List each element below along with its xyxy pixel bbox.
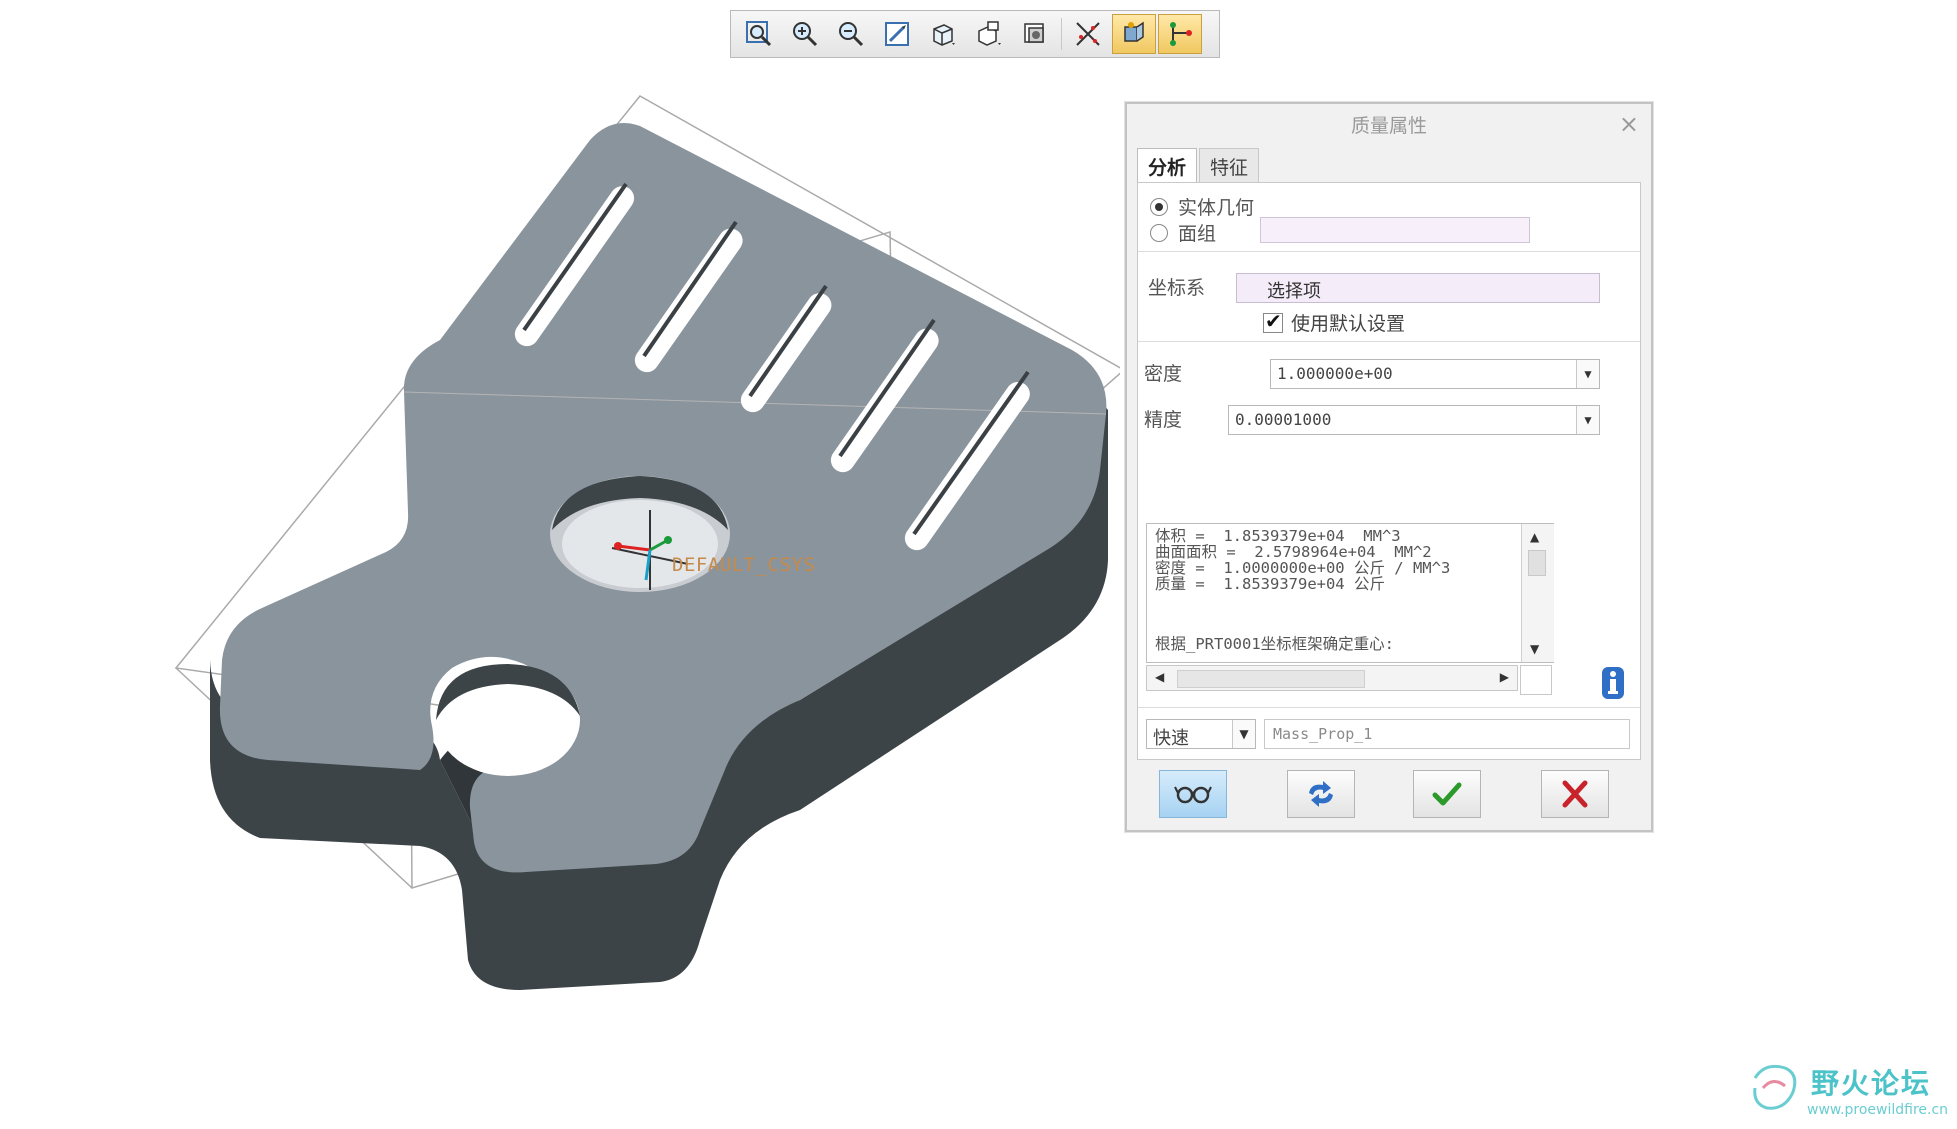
section-divider bbox=[1138, 341, 1640, 342]
analysis-name-input[interactable]: Mass_Prop_1 bbox=[1264, 719, 1630, 749]
dialog-tabs: 分析 特征 bbox=[1137, 148, 1261, 184]
datum-display-icon bbox=[1076, 22, 1100, 46]
analysis-mode-combo[interactable]: 快速 ▼ bbox=[1146, 719, 1256, 749]
preview-button[interactable] bbox=[1159, 770, 1227, 818]
results-area[interactable]: 体积 = 1.8539379e+04 MM^3 曲面面积 = 2.5798964… bbox=[1146, 523, 1554, 663]
cancel-button[interactable] bbox=[1541, 770, 1609, 818]
glasses-icon bbox=[1174, 786, 1212, 804]
quilt-radio[interactable] bbox=[1150, 223, 1168, 242]
use-default-label: 使用默认设置 bbox=[1291, 313, 1406, 335]
display-style-button[interactable] bbox=[921, 14, 965, 54]
solid-geometry-label: 实体几何 bbox=[1178, 197, 1255, 219]
chevron-down-icon[interactable]: ▼ bbox=[1576, 406, 1599, 434]
model-viewport[interactable]: DEFAULT_CSYS bbox=[0, 60, 1126, 1060]
chevron-down-icon[interactable]: ▼ bbox=[1576, 360, 1599, 388]
zoom-out-icon bbox=[839, 22, 864, 47]
feature-name-row: 快速 ▼ Mass_Prop_1 bbox=[1146, 719, 1634, 751]
layers-button[interactable] bbox=[1013, 14, 1057, 54]
scroll-up-icon[interactable]: ▲ bbox=[1530, 530, 1539, 544]
spin-center-icon bbox=[1124, 21, 1144, 42]
quilt-collector[interactable] bbox=[1260, 217, 1530, 243]
repeat-button[interactable] bbox=[1287, 770, 1355, 818]
display-style-icon bbox=[933, 24, 955, 46]
ok-button[interactable] bbox=[1413, 770, 1481, 818]
forum-watermark: 野火论坛 www.proewildfire.cn bbox=[1745, 1058, 1950, 1124]
saved-views-icon bbox=[978, 21, 1001, 46]
tab-feature[interactable]: 特征 bbox=[1199, 148, 1260, 184]
results-vertical-scrollbar[interactable]: ▲ ▼ bbox=[1521, 524, 1554, 662]
watermark-text: 野火论坛 bbox=[1811, 1067, 1932, 1100]
repaint-button[interactable] bbox=[875, 14, 919, 54]
dialog-title-text: 质量属性 bbox=[1350, 114, 1427, 137]
section-divider bbox=[1138, 251, 1640, 252]
scroll-corner bbox=[1520, 665, 1552, 695]
use-default-checkbox[interactable] bbox=[1263, 309, 1283, 333]
dialog-actions bbox=[1137, 766, 1641, 824]
analysis-panel: 实体几何 面组 坐标系 选择项 使用默认设置 密度 1.000000e+00 ▼… bbox=[1137, 182, 1641, 760]
scroll-thumb[interactable] bbox=[1528, 550, 1546, 576]
section-divider bbox=[1138, 707, 1640, 708]
close-icon[interactable]: × bbox=[1619, 110, 1639, 138]
repaint-icon bbox=[885, 22, 909, 46]
results-note: 根据_PRT0001坐标框架确定重心: bbox=[1155, 635, 1394, 653]
scroll-left-icon[interactable]: ◀ bbox=[1155, 670, 1164, 684]
csys-label: DEFAULT_CSYS bbox=[672, 554, 816, 576]
watermark-url: www.proewildfire.cn bbox=[1807, 1102, 1949, 1118]
density-combo[interactable]: 1.000000e+00 ▼ bbox=[1270, 359, 1600, 389]
results-horizontal-scrollbar[interactable]: ◀ ▶ bbox=[1146, 665, 1518, 691]
annotation-display-icon bbox=[1170, 22, 1192, 46]
info-icon[interactable] bbox=[1600, 665, 1626, 701]
tab-analysis[interactable]: 分析 bbox=[1137, 148, 1198, 184]
accuracy-value: 0.00001000 bbox=[1235, 410, 1332, 429]
csys-collector[interactable]: 选择项 bbox=[1236, 273, 1600, 303]
chevron-down-icon[interactable]: ▼ bbox=[1232, 720, 1255, 748]
results-text: 体积 = 1.8539379e+04 MM^3 曲面面积 = 2.5798964… bbox=[1155, 527, 1451, 593]
solid-geometry-radio[interactable] bbox=[1150, 197, 1168, 216]
zoom-in-icon bbox=[793, 22, 818, 47]
use-default-option[interactable]: 使用默认设置 bbox=[1263, 309, 1405, 336]
mass-properties-dialog: 质量属性 × 分析 特征 实体几何 面组 坐标系 选择项 使用默认设置 密度 1… bbox=[1125, 102, 1653, 832]
zoom-fit-button[interactable] bbox=[737, 14, 781, 54]
scroll-down-icon[interactable]: ▼ bbox=[1530, 642, 1539, 656]
datum-display-button[interactable] bbox=[1066, 14, 1110, 54]
repeat-icon bbox=[1309, 781, 1333, 807]
spin-center-button[interactable] bbox=[1112, 14, 1156, 54]
zoom-out-button[interactable] bbox=[829, 14, 873, 54]
close-icon bbox=[1562, 780, 1588, 808]
scroll-right-icon[interactable]: ▶ bbox=[1500, 670, 1509, 684]
view-toolbar bbox=[730, 10, 1220, 58]
forum-logo-icon bbox=[1753, 1064, 1797, 1110]
zoom-in-button[interactable] bbox=[783, 14, 827, 54]
accuracy-combo[interactable]: 0.00001000 ▼ bbox=[1228, 405, 1600, 435]
check-icon bbox=[1432, 782, 1462, 806]
density-value: 1.000000e+00 bbox=[1277, 364, 1393, 383]
annotation-display-button[interactable] bbox=[1158, 14, 1202, 54]
analysis-mode-value: 快速 bbox=[1153, 728, 1189, 749]
quilt-option[interactable]: 面组 bbox=[1150, 219, 1216, 246]
accuracy-label: 精度 bbox=[1144, 409, 1183, 431]
quilt-label: 面组 bbox=[1178, 223, 1217, 245]
csys-label-text: 坐标系 bbox=[1148, 277, 1206, 299]
toolbar-separator bbox=[1061, 18, 1062, 50]
density-label: 密度 bbox=[1144, 363, 1183, 385]
zoom-fit-icon bbox=[746, 21, 772, 47]
part-model bbox=[174, 95, 1126, 990]
solid-geometry-option[interactable]: 实体几何 bbox=[1150, 193, 1254, 220]
layers-icon bbox=[1024, 23, 1044, 43]
saved-views-button[interactable] bbox=[967, 14, 1011, 54]
dialog-title: 质量属性 × bbox=[1127, 104, 1651, 144]
scroll-thumb[interactable] bbox=[1177, 670, 1365, 688]
